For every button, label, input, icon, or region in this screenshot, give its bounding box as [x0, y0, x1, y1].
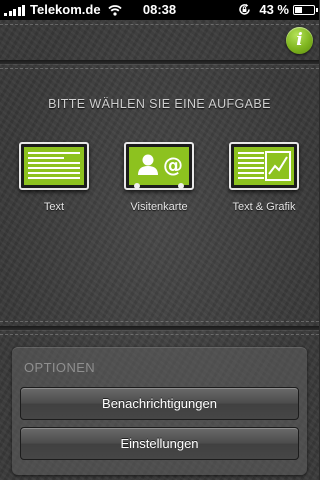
stitch-line-top	[0, 24, 319, 25]
page-heading: BITTE WÄHLEN SIE EINE AUFGABE	[48, 97, 271, 111]
text-graph-icon	[234, 147, 294, 185]
battery-level-fill	[295, 6, 303, 13]
info-button[interactable]: i	[286, 27, 313, 54]
notifications-button[interactable]: Benachrichtigungen	[20, 387, 299, 420]
stitch-line-lower	[0, 321, 319, 322]
business-card-icon: @	[129, 147, 189, 185]
rotation-lock-icon	[239, 3, 251, 15]
task-label-business-card: Visitenkarte	[130, 201, 188, 213]
options-panel: OPTIONEN Benachrichtigungen Einstellunge…	[12, 347, 307, 475]
svg-text:@: @	[163, 153, 183, 177]
seam-top	[0, 60, 319, 64]
battery-percent: 43 %	[259, 2, 289, 17]
card-ring-left	[134, 183, 140, 189]
task-label-text: Text	[43, 201, 65, 213]
options-title: OPTIONEN	[24, 360, 96, 375]
status-bar: Telekom.de 08:38 43 %	[0, 0, 319, 20]
person-at-glyph: @	[138, 153, 183, 177]
task-text[interactable]: Text	[16, 142, 92, 213]
task-text-graphic[interactable]: Text & Grafik	[226, 142, 302, 213]
seam-bottom	[0, 326, 319, 330]
text-graphic-tile[interactable]	[229, 142, 299, 190]
card-ring-right	[178, 183, 184, 189]
text-lines-icon	[24, 147, 84, 185]
stitch-line-bottom	[0, 334, 319, 335]
stitch-line-upper	[0, 68, 319, 69]
settings-button[interactable]: Einstellungen	[20, 427, 299, 460]
task-business-card[interactable]: @ Visitenkarte	[121, 142, 197, 213]
battery-icon	[293, 4, 318, 15]
task-label-text-graphic: Text & Grafik	[232, 201, 296, 213]
text-tile[interactable]	[19, 142, 89, 190]
status-right: 43 %	[238, 2, 318, 17]
line-graph-glyph	[265, 151, 291, 181]
